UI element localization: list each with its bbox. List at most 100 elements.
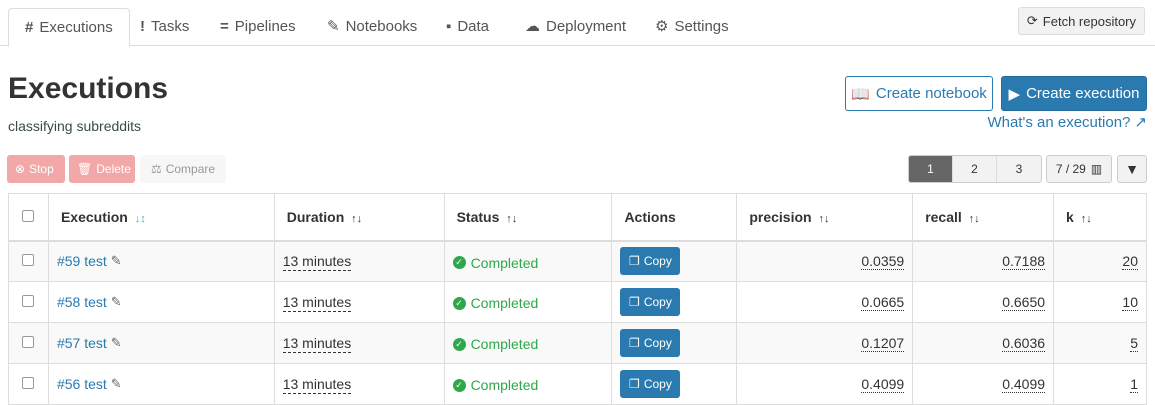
pencil-icon[interactable]: ✎ [111, 253, 122, 269]
row-select-cell [8, 281, 49, 323]
tab-deployment[interactable]: ☁ Deployment [525, 8, 626, 46]
row-checkbox[interactable] [22, 377, 35, 389]
compare-button[interactable]: ⚖ Compare [140, 155, 226, 183]
header-execution[interactable]: Execution ↓↕ [47, 193, 275, 242]
pencil-icon: ✎ [327, 18, 340, 35]
status-badge: ✓ Completed [452, 377, 538, 393]
recall-cell: 0.6036 [912, 322, 1055, 364]
actions-cell: ❐ Copy [611, 322, 738, 364]
execution-link[interactable]: #58 test ✎ [57, 294, 122, 310]
trash-icon: 🗑 [77, 162, 93, 176]
row-checkbox[interactable] [22, 254, 35, 267]
status-badge: ✓ Completed [452, 336, 539, 353]
actions-cell: ❐ Copy [611, 363, 738, 405]
precision-cell: 0.1207 [736, 322, 914, 364]
page-button-1[interactable]: 1 [909, 156, 953, 182]
filter-button[interactable]: ▼ [1117, 155, 1147, 183]
stop-icon: ⊗ [15, 162, 26, 176]
create-notebook-label: Create notebook [875, 85, 987, 102]
tab-data[interactable]: ▪ Data [446, 8, 489, 46]
row-checkbox[interactable] [22, 336, 35, 348]
recall-value: 0.7188 [1002, 253, 1046, 271]
stop-label: Stop [29, 162, 54, 176]
tab-label: Notebooks [345, 18, 418, 35]
execution-link[interactable]: #56 test ✎ [57, 376, 122, 392]
delete-button[interactable]: 🗑 Delete [69, 155, 135, 183]
duration-value: 13 minutes [282, 376, 352, 394]
k-cell: 20 [1053, 240, 1147, 282]
tab-pipelines[interactable]: = Pipelines [220, 8, 296, 46]
sort-icon: ↑↓ [351, 212, 363, 225]
row-select-cell [8, 322, 49, 364]
header-recall[interactable]: recall ↑↓ [912, 193, 1055, 242]
execution-cell: #57 test ✎ [47, 322, 275, 364]
recall-value: 0.6036 [1002, 335, 1046, 352]
copy-icon: ❐ [629, 377, 640, 391]
duration-value: 13 minutes [282, 294, 352, 312]
execution-label: #59 test [56, 253, 107, 270]
row-select-cell [8, 240, 49, 282]
sort-icon: ↑↓ [1080, 212, 1092, 225]
copy-button[interactable]: ❐ Copy [620, 288, 681, 316]
header-precision[interactable]: precision ↑↓ [736, 193, 914, 242]
table-row: #56 test ✎ 13 minutes ✓ Completed ❐ Copy 0.… [8, 363, 1147, 405]
execution-link[interactable]: #59 test ✎ [57, 253, 122, 269]
actions-cell: ❐ Copy [611, 281, 738, 323]
create-execution-button[interactable]: ▶ Create execution [1001, 76, 1147, 111]
execution-help-link[interactable]: What's an execution? ↗ [987, 113, 1147, 132]
page-button-3[interactable]: 3 [997, 156, 1041, 182]
columns-toggle-button[interactable]: 7 / 29 ▥ [1046, 155, 1112, 183]
tab-bar: # Executions ! Tasks = Pipelines ✎ Noteb… [0, 0, 1155, 47]
copy-icon: ❐ [629, 336, 640, 350]
precision-cell: 0.0359 [736, 240, 914, 282]
header-k[interactable]: k ↑↓ [1053, 193, 1147, 242]
refresh-icon: ⟳ [1026, 13, 1038, 28]
hash-icon: # [25, 18, 34, 36]
copy-label: Copy [643, 254, 672, 269]
copy-icon: ❐ [629, 254, 640, 269]
create-notebook-button[interactable]: 📖 Create notebook [845, 76, 993, 111]
table-row: #57 test ✎ 13 minutes ✓ Completed ❐ Copy 0.… [8, 322, 1147, 364]
tab-executions[interactable]: # Executions [8, 8, 130, 47]
execution-label: #56 test [56, 376, 107, 392]
actions-cell: ❐ Copy [611, 240, 738, 282]
duration-cell: 13 minutes [273, 240, 445, 282]
stop-button[interactable]: ⊗ Stop [7, 155, 65, 183]
sort-icon: ↑↓ [506, 212, 518, 225]
page-subtitle: classifying subreddits [8, 118, 142, 134]
execution-cell: #56 test ✎ [47, 363, 275, 405]
header-label: Status [456, 208, 500, 225]
tab-label: Data [457, 18, 490, 35]
select-all-cell [8, 193, 49, 242]
status-label: Completed [470, 336, 539, 353]
header-duration[interactable]: Duration ↑↓ [273, 193, 445, 242]
status-badge: ✓ Completed [452, 255, 538, 271]
copy-button[interactable]: ❐ Copy [620, 247, 681, 276]
create-execution-label: Create execution [1026, 85, 1140, 102]
pencil-icon[interactable]: ✎ [111, 335, 122, 351]
execution-cell: #59 test ✎ [47, 240, 275, 282]
row-checkbox[interactable] [22, 295, 35, 307]
header-status[interactable]: Status ↑↓ [443, 193, 613, 242]
tab-label: Tasks [151, 18, 190, 35]
select-all-checkbox[interactable] [22, 209, 35, 222]
precision-value: 0.0359 [861, 253, 905, 271]
header-label: recall [925, 208, 962, 225]
execution-link[interactable]: #57 test ✎ [57, 335, 122, 351]
copy-button[interactable]: ❐ Copy [620, 370, 681, 398]
fetch-repository-button[interactable]: ⟳ Fetch repository [1017, 7, 1145, 35]
tab-notebooks[interactable]: ✎ Notebooks [327, 8, 417, 46]
scale-icon: ⚖ [150, 162, 162, 176]
table-row: #59 test ✎ 13 minutes ✓ Completed ❐ Copy 0.… [8, 240, 1147, 282]
pencil-icon[interactable]: ✎ [111, 376, 122, 392]
tab-settings[interactable]: ⚙ Settings [655, 8, 729, 46]
copy-button[interactable]: ❐ Copy [620, 329, 681, 357]
tab-tasks[interactable]: ! Tasks [140, 8, 189, 46]
pencil-icon[interactable]: ✎ [111, 294, 122, 310]
recall-cell: 0.7188 [912, 240, 1055, 282]
page-button-2[interactable]: 2 [953, 156, 997, 182]
play-icon: ▶ [1008, 85, 1021, 103]
duration-cell: 13 minutes [273, 281, 445, 323]
execution-cell: #58 test ✎ [47, 281, 275, 323]
duration-value: 13 minutes [282, 335, 352, 353]
